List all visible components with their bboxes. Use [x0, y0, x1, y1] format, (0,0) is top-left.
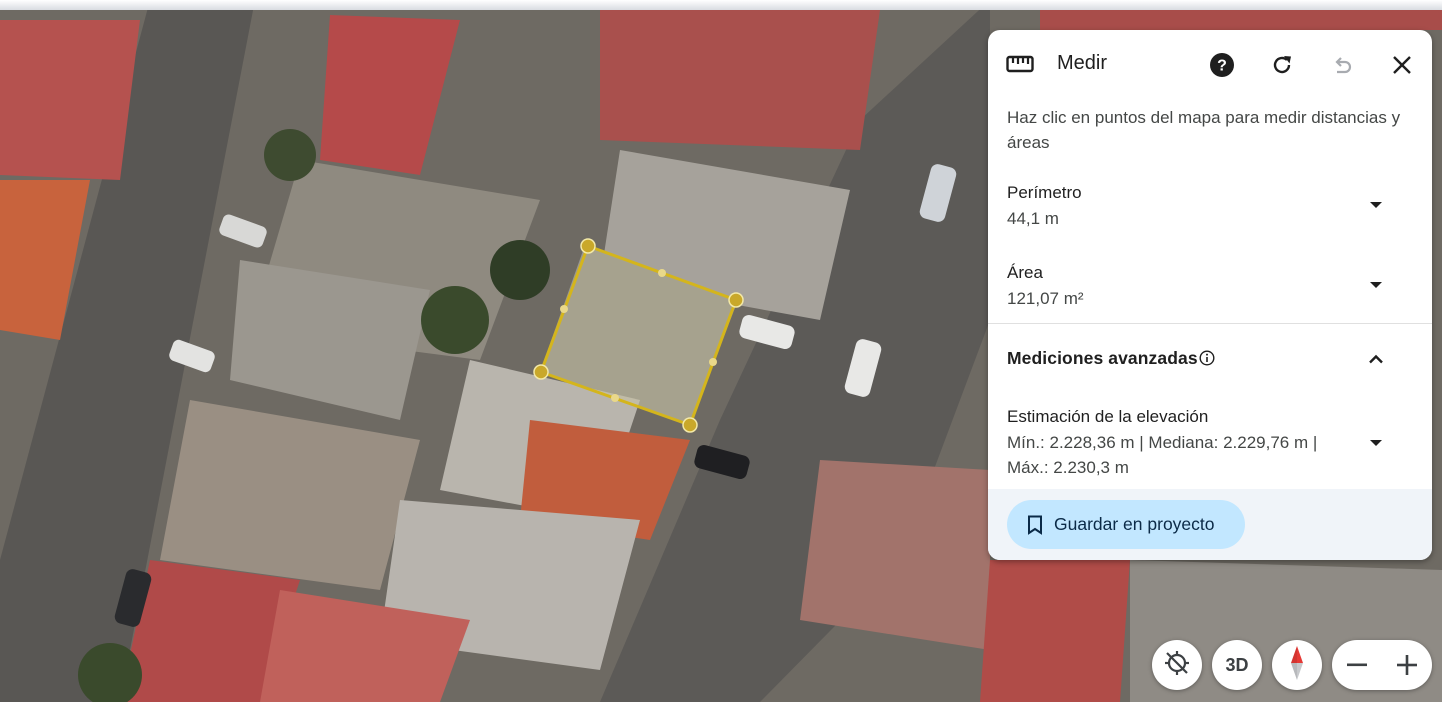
save-to-project-label: Guardar en proyecto	[1054, 514, 1215, 534]
chevron-down-icon[interactable]	[1364, 273, 1388, 297]
zoom-in-button[interactable]	[1382, 640, 1432, 690]
info-icon[interactable]	[1199, 350, 1215, 366]
panel-header: Medir ?	[988, 30, 1432, 98]
building-block	[980, 560, 1130, 702]
chevron-down-icon[interactable]	[1364, 431, 1388, 455]
chevron-down-icon[interactable]	[1364, 193, 1388, 217]
elevation-value: Mín.: 2.228,36 m | Mediana: 2.229,76 m |…	[1007, 433, 1318, 477]
zoom-out-button[interactable]	[1332, 640, 1382, 690]
polygon-midpoint-handle[interactable]	[560, 305, 568, 313]
toggle-3d-button[interactable]: 3D	[1212, 640, 1262, 690]
area-label: Área	[1007, 263, 1043, 282]
polygon-vertex-handle[interactable]	[682, 417, 698, 433]
perimeter-row[interactable]: Perímetro 44,1 m	[988, 182, 1432, 232]
zoom-control	[1332, 640, 1432, 690]
elevation-label: Estimación de la elevación	[1007, 407, 1209, 426]
advanced-measurements-title[interactable]: Mediciones avanzadas	[1007, 348, 1198, 369]
panel-title: Medir	[1057, 52, 1108, 74]
polygon-vertex-handle[interactable]	[533, 364, 549, 380]
building-block	[800, 460, 990, 650]
polygon-vertex-handle[interactable]	[728, 292, 744, 308]
panel-divider	[988, 323, 1432, 324]
top-toolbar-edge	[0, 0, 1442, 10]
polygon-midpoint-handle[interactable]	[658, 269, 666, 277]
chevron-up-icon[interactable]	[1364, 347, 1388, 371]
building-block	[600, 10, 880, 150]
location-off-icon	[1163, 649, 1191, 682]
location-off-button[interactable]	[1152, 640, 1202, 690]
tree	[264, 129, 316, 181]
save-to-project-button[interactable]: Guardar en proyecto	[1007, 500, 1245, 549]
compass-button[interactable]	[1272, 640, 1322, 690]
help-icon[interactable]: ?	[1204, 47, 1240, 83]
building-block	[0, 20, 140, 180]
building-block	[1040, 10, 1442, 30]
tree	[490, 240, 550, 300]
polygon-midpoint-handle[interactable]	[709, 358, 717, 366]
area-value: 121,07 m²	[1007, 289, 1084, 308]
undo-icon[interactable]	[1324, 47, 1360, 83]
reload-icon[interactable]	[1264, 47, 1300, 83]
tree	[421, 286, 489, 354]
compass-icon	[1287, 645, 1307, 686]
polygon-midpoint-handle[interactable]	[611, 394, 619, 402]
close-icon[interactable]	[1384, 47, 1420, 83]
perimeter-value: 44,1 m	[1007, 209, 1059, 228]
polygon-vertex-handle[interactable]	[580, 238, 596, 254]
svg-text:?: ?	[1217, 58, 1227, 75]
panel-footer: Guardar en proyecto	[988, 489, 1432, 560]
perimeter-label: Perímetro	[1007, 183, 1082, 202]
bookmark-icon	[1027, 515, 1043, 535]
measure-panel: Medir ? Haz clic en puntos del mapa para…	[988, 30, 1432, 560]
ruler-icon	[1002, 46, 1038, 82]
area-row[interactable]: Área 121,07 m²	[988, 262, 1432, 312]
instructions-text: Haz clic en puntos del mapa para medir d…	[1007, 108, 1401, 152]
